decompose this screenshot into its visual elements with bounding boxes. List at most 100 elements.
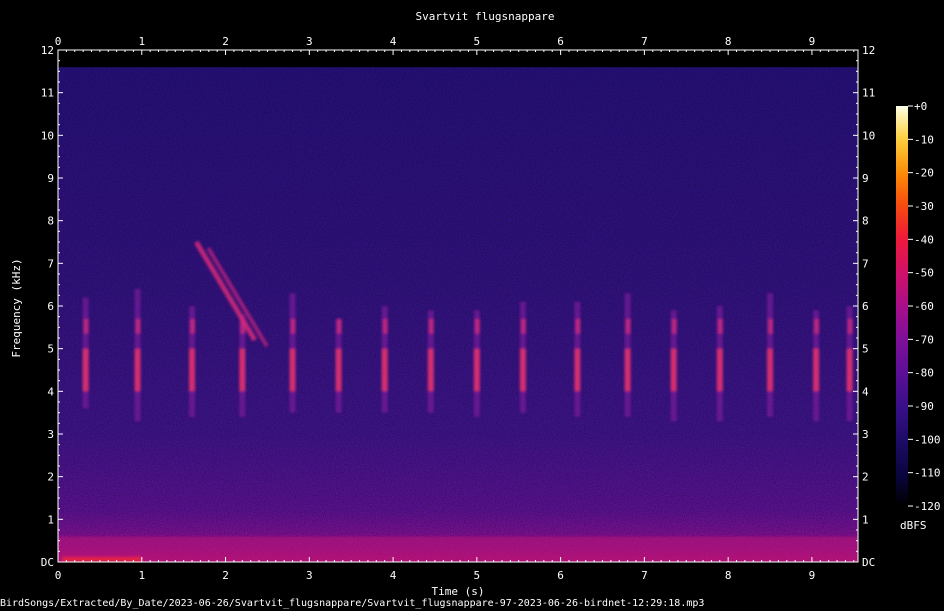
y-tick-label-right: 11 <box>862 87 875 100</box>
y-tick-label-left: 11 <box>41 87 54 100</box>
call-note <box>519 301 526 413</box>
empty-band <box>58 50 858 68</box>
call-note-upper <box>847 318 853 334</box>
x-tick-label-top: 5 <box>474 35 481 48</box>
y-tick-label-left: 9 <box>47 172 54 185</box>
colorbar-tick-label: -80 <box>914 367 934 380</box>
call-note-core <box>624 348 631 392</box>
call-note <box>846 306 853 422</box>
colorbar-tick-label: -90 <box>914 400 934 413</box>
low-frequency-band <box>58 536 858 562</box>
colorbar-tick-label: -10 <box>914 133 934 146</box>
x-tick-label-top: 9 <box>809 35 816 48</box>
colorbar-tick-label: -40 <box>914 233 934 246</box>
call-note <box>134 288 141 422</box>
x-tick-label-bottom: 2 <box>222 569 229 582</box>
call-note-core <box>189 348 196 392</box>
call-note <box>716 306 723 422</box>
colorbar-gradient <box>896 106 908 506</box>
dc-energy <box>62 556 142 562</box>
call-note-upper <box>83 318 89 334</box>
spectrogram-chart: Svartvit flugsnappare 001122334455667788… <box>10 10 941 598</box>
y-tick-label-left: 4 <box>47 385 54 398</box>
call-note-core <box>767 348 774 392</box>
y-tick-label-left: 2 <box>47 471 54 484</box>
x-tick-label-bottom: 6 <box>557 569 564 582</box>
call-note-core <box>574 348 581 392</box>
call-note <box>624 293 631 417</box>
spectrogram-noise <box>58 67 858 562</box>
x-tick-label-top: 3 <box>306 35 313 48</box>
y-tick-label-right: 12 <box>862 44 875 57</box>
colorbar: +0 -10 -20 -30 -40 -50 -60 -70 -80 -90 -100 -110 -12… <box>896 100 941 532</box>
x-axis-label: Time (s) <box>432 585 485 598</box>
x-tick-label-bottom: 3 <box>306 569 313 582</box>
y-tick-label-left: 5 <box>47 343 54 356</box>
y-tick-label-right: 5 <box>862 343 869 356</box>
colorbar-tick-label: -100 <box>914 433 941 446</box>
y-tick-label-right: 8 <box>862 215 869 228</box>
call-note-core <box>239 348 246 392</box>
y-tick-label-right: 2 <box>862 471 869 484</box>
call-note <box>239 314 246 417</box>
colorbar-ticks: +0 -10 -20 -30 -40 -50 -60 -70 -80 -90 -100 -110 -12… <box>908 100 941 513</box>
call-note-upper <box>717 318 723 334</box>
call-note <box>189 306 196 417</box>
y-tick-label-left: 7 <box>47 257 54 270</box>
x-tick-label-top: 7 <box>641 35 648 48</box>
x-tick-label-top: 4 <box>390 35 397 48</box>
call-note <box>427 310 434 413</box>
call-note-upper <box>768 318 774 334</box>
colorbar-label: dBFS <box>900 519 927 532</box>
y-tick-label-right: DC <box>862 556 875 569</box>
y-tick-label-left: 12 <box>41 44 54 57</box>
call-note <box>82 297 89 409</box>
x-tick-label-bottom: 5 <box>474 569 481 582</box>
colorbar-tick-label: -120 <box>914 500 941 513</box>
colorbar-tick-label: -20 <box>914 167 934 180</box>
y-tick-label-right: 9 <box>862 172 869 185</box>
call-note-core <box>381 348 388 392</box>
call-note-core <box>519 348 526 392</box>
y-tick-label-right: 1 <box>862 513 869 526</box>
call-note-core <box>846 348 853 392</box>
y-tick-label-left: 8 <box>47 215 54 228</box>
call-note-upper <box>474 318 480 334</box>
x-tick-label-top: 6 <box>557 35 564 48</box>
call-note-core <box>427 348 434 392</box>
call-note-upper <box>190 318 196 334</box>
call-note-upper <box>814 318 820 334</box>
x-tick-label-bottom: 9 <box>809 569 816 582</box>
call-note-core <box>289 348 296 392</box>
call-note-upper <box>575 318 581 334</box>
colorbar-tick-label: -60 <box>914 300 934 313</box>
call-note <box>767 293 774 417</box>
colorbar-tick-label: -70 <box>914 333 934 346</box>
y-axis-label: Frequency (kHz) <box>10 258 23 357</box>
call-note-upper <box>382 318 388 334</box>
call-note-upper <box>625 318 631 334</box>
y-tick-label-left: 6 <box>47 300 54 313</box>
colorbar-tick-label: -50 <box>914 267 934 280</box>
call-note <box>670 310 677 422</box>
call-note-upper <box>135 318 141 334</box>
call-note-upper <box>520 318 526 334</box>
call-note-upper <box>671 318 677 334</box>
call-note-core <box>813 348 820 392</box>
call-note <box>289 293 296 413</box>
x-tick-label-bottom: 0 <box>55 569 62 582</box>
y-tick-label-right: 4 <box>862 385 869 398</box>
y-tick-label-left: 1 <box>47 513 54 526</box>
x-tick-label-bottom: 4 <box>390 569 397 582</box>
call-note-upper <box>336 318 342 334</box>
call-note-core <box>473 348 480 392</box>
colorbar-tick-label: +0 <box>914 100 927 113</box>
call-note-core <box>716 348 723 392</box>
colorbar-tick-label: -110 <box>914 467 941 480</box>
colorbar-tick-label: -30 <box>914 200 934 213</box>
plot-area <box>58 67 858 562</box>
call-note-core <box>670 348 677 392</box>
x-tick-label-top: 1 <box>138 35 145 48</box>
call-note <box>574 301 581 417</box>
y-tick-label-right: 7 <box>862 257 869 270</box>
